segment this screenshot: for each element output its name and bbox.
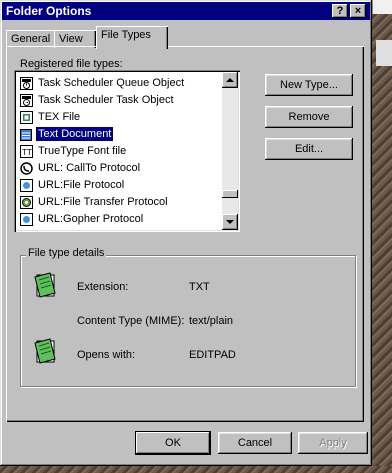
background-window-strip [372, 0, 392, 14]
callto-protocol-icon [20, 162, 33, 175]
list-items: Task Scheduler Queue Object Task Schedul… [18, 75, 218, 228]
list-item[interactable]: TT TrueType Font file [18, 143, 218, 160]
ok-label: OK [165, 437, 181, 449]
desktop-background [372, 0, 392, 473]
scroll-down-button[interactable] [222, 214, 238, 230]
remove-button[interactable]: Remove [265, 106, 353, 128]
close-button[interactable]: × [350, 4, 366, 18]
new-type-label: New Type... [280, 79, 338, 91]
new-type-button[interactable]: New Type... [265, 74, 353, 96]
desktop-background [0, 466, 392, 473]
edit-label: Edit... [294, 143, 324, 155]
arrow-down-icon [226, 220, 234, 224]
opens-with-value: EDITPAD [189, 349, 236, 361]
ftp-protocol-icon [20, 196, 33, 209]
url-protocol-icon [20, 213, 33, 226]
scroll-thumb[interactable] [222, 190, 238, 198]
tex-file-icon [20, 111, 33, 124]
help-button[interactable]: ? [332, 4, 348, 18]
list-item-label: URL:Gopher Protocol [38, 213, 144, 225]
folder-options-dialog: Folder Options ? × General View File Typ… [0, 0, 372, 466]
list-item-label: Task Scheduler Task Object [38, 94, 174, 106]
tab-general-label: General [11, 33, 51, 45]
mime-value: text/plain [189, 315, 234, 327]
list-item-label: URL: CallTo Protocol [38, 162, 141, 174]
list-item[interactable]: URL:Gopher Protocol [18, 211, 218, 228]
notepad-icon [34, 338, 56, 364]
list-item-label: URL:File Protocol [38, 179, 125, 191]
apply-label: Apply [319, 437, 347, 449]
list-item[interactable]: URL: CallTo Protocol [18, 160, 218, 177]
scroll-up-button[interactable] [222, 72, 238, 88]
opens-with-label: Opens with: [77, 349, 136, 361]
notepad-icon [20, 129, 32, 141]
list-item-label: TEX File [38, 111, 81, 123]
list-item-label: Task Scheduler Queue Object [38, 77, 185, 89]
background-window-strip [376, 40, 392, 66]
arrow-up-icon [226, 78, 234, 82]
dialog-title: Folder Options [6, 4, 92, 18]
tab-row: General View File Types [6, 26, 366, 49]
file-type-details-group [20, 255, 356, 387]
tab-file-types-label: File Types [101, 29, 151, 41]
extension-label: Extension: [77, 281, 129, 293]
vertical-scrollbar[interactable] [222, 72, 238, 230]
file-type-details-title: File type details [26, 247, 107, 259]
list-item-selected[interactable]: Text Document [18, 126, 218, 143]
svg-text:TT: TT [22, 148, 32, 157]
list-item[interactable]: URL:File Protocol [18, 177, 218, 194]
list-item[interactable]: Task Scheduler Queue Object [18, 75, 218, 92]
list-item[interactable]: TEX File [18, 109, 218, 126]
url-protocol-icon [20, 179, 33, 192]
list-item-label: TrueType Font file [38, 145, 127, 157]
task-scheduler-icon [20, 94, 33, 107]
tab-file-types[interactable]: File Types [96, 26, 168, 49]
extension-value: TXT [189, 281, 210, 293]
apply-button[interactable]: Apply [298, 432, 368, 454]
tab-view-label: View [59, 33, 83, 45]
list-item-label: URL:File Transfer Protocol [38, 196, 168, 208]
list-item-label: Text Document [34, 126, 115, 142]
font-file-icon: TT [20, 145, 33, 158]
task-scheduler-icon [20, 77, 33, 90]
mime-label: Content Type (MIME): [77, 315, 185, 327]
help-icon: ? [336, 5, 344, 17]
remove-label: Remove [288, 111, 330, 123]
registered-file-types-list[interactable]: Task Scheduler Queue Object Task Schedul… [14, 70, 240, 232]
notepad-icon [34, 272, 56, 298]
edit-button[interactable]: Edit... [265, 138, 353, 160]
close-icon: × [354, 5, 362, 17]
list-item[interactable]: Task Scheduler Task Object [18, 92, 218, 109]
cancel-button[interactable]: Cancel [218, 432, 292, 454]
ok-button[interactable]: OK [136, 432, 210, 454]
title-bar[interactable]: Folder Options ? × [2, 2, 370, 20]
list-item[interactable]: URL:File Transfer Protocol [18, 194, 218, 211]
cancel-label: Cancel [237, 437, 273, 449]
registered-file-types-label: Registered file types: [20, 58, 123, 70]
